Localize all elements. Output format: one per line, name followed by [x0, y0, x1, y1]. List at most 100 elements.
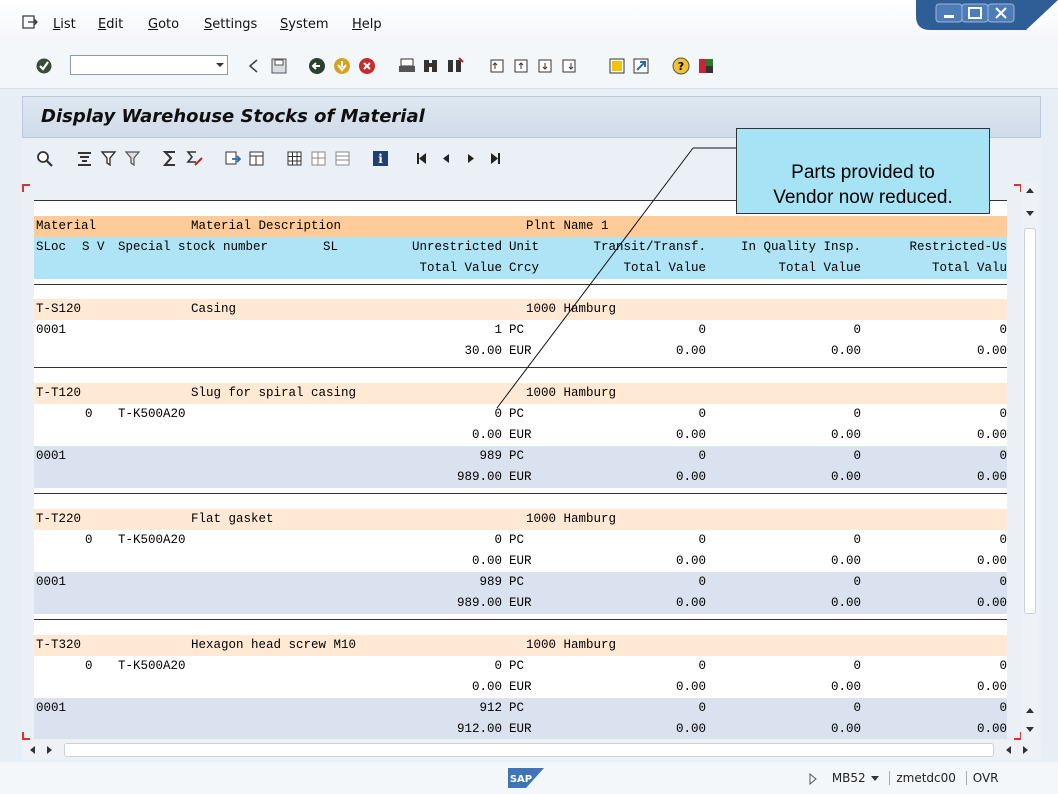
find-icon[interactable]	[422, 57, 440, 75]
value-row[interactable]: 989.00 EUR 0.00 0.00 0.00	[34, 593, 1007, 614]
stock-row[interactable]: 0001 989 PC 0 0 0	[34, 572, 1007, 593]
scroll-right-icon[interactable]	[1020, 745, 1030, 755]
material-row[interactable]: T-T320 Hexagon head screw M10 1000 Hambu…	[34, 635, 1007, 656]
back-icon[interactable]	[308, 57, 326, 75]
shortcut-icon[interactable]	[632, 57, 650, 75]
customize-layout-icon[interactable]	[697, 57, 715, 75]
scrollbar-thumb[interactable]	[1024, 228, 1036, 614]
stock-row[interactable]: 0001 912 PC 0 0 0	[34, 698, 1007, 719]
value-row[interactable]: 0.00 EUR 0.00 0.00 0.00	[34, 551, 1007, 572]
back-arrow-icon[interactable]	[245, 57, 263, 75]
scroll-right-icon[interactable]	[44, 745, 54, 755]
rows-icon[interactable]	[334, 150, 351, 167]
horizontal-scrollbar[interactable]	[22, 740, 1041, 760]
filter-icon[interactable]	[100, 150, 117, 167]
value-row[interactable]: 0.00 EUR 0.00 0.00 0.00	[34, 677, 1007, 698]
unit-value: PC	[509, 449, 525, 463]
previous-record-icon[interactable]	[438, 150, 455, 167]
stock-row[interactable]: 0001 1 PC 0 0 0	[34, 320, 1007, 341]
value-row[interactable]: 912.00 EUR 0.00 0.00 0.00	[34, 719, 1007, 739]
col-special-stock: Special stock number	[118, 240, 269, 254]
total-value: 989.00	[456, 470, 502, 484]
material-row[interactable]: T-T220 Flat gasket 1000 Hamburg	[34, 509, 1007, 530]
command-field[interactable]	[70, 55, 228, 75]
chevron-down-icon[interactable]	[870, 775, 880, 783]
columns-icon[interactable]	[310, 150, 327, 167]
value-row[interactable]: 0.00 EUR 0.00 0.00 0.00	[34, 425, 1007, 446]
status-expand-icon[interactable]	[808, 772, 818, 785]
vertical-scrollbar[interactable]	[1021, 182, 1039, 742]
scroll-down-icon[interactable]	[1025, 724, 1035, 734]
scroll-left-icon[interactable]	[1004, 745, 1014, 755]
quality-qty: 0	[853, 449, 861, 463]
restricted-qty: 0	[999, 659, 1007, 673]
stock-row[interactable]: 0 T-K500A20 0 PC 0 0 0	[34, 656, 1007, 677]
next-page-icon[interactable]	[536, 57, 554, 75]
header-row: SLoc S V Special stock number SL Unrestr…	[34, 237, 1007, 258]
scrollbar-thumb[interactable]	[64, 743, 994, 757]
last-record-icon[interactable]	[486, 150, 503, 167]
first-page-icon[interactable]	[488, 57, 506, 75]
cancel-icon[interactable]	[358, 57, 376, 75]
value-row[interactable]: 989.00 EUR 0.00 0.00 0.00	[34, 467, 1007, 488]
currency-value: EUR	[509, 596, 532, 610]
quality-qty: 0	[853, 407, 861, 421]
menu-help[interactable]: Help	[352, 17, 382, 32]
grid-icon[interactable]	[286, 150, 303, 167]
sort-ascending-icon[interactable]	[76, 150, 93, 167]
find-next-icon[interactable]	[446, 57, 464, 75]
quality-qty: 0	[853, 323, 861, 337]
stock-row[interactable]: 0 T-K500A20 0 PC 0 0 0	[34, 530, 1007, 551]
filter-delete-icon[interactable]	[124, 150, 141, 167]
menu-settings[interactable]: Settings	[204, 17, 257, 32]
next-record-icon[interactable]	[462, 150, 479, 167]
print-icon[interactable]	[398, 57, 416, 75]
menu-list[interactable]: List	[53, 17, 76, 32]
info-icon[interactable]: i	[372, 150, 389, 167]
material-number: T-T120	[36, 386, 82, 400]
corner-mark	[22, 732, 30, 740]
chevron-down-icon[interactable]	[212, 55, 228, 75]
total-value: 0.00	[471, 680, 502, 694]
menu-edit[interactable]: Edit	[98, 17, 123, 32]
quality-qty: 0	[853, 659, 861, 673]
sum-icon[interactable]	[162, 150, 179, 167]
scroll-down-icon[interactable]	[1025, 208, 1035, 218]
divider	[34, 619, 1007, 620]
menu-system[interactable]: System	[280, 17, 329, 32]
scroll-left-icon[interactable]	[28, 745, 38, 755]
material-row[interactable]: T-T120 Slug for spiral casing 1000 Hambu…	[34, 383, 1007, 404]
save-icon[interactable]	[270, 57, 288, 75]
unrestricted-qty: 0	[494, 533, 502, 547]
material-row[interactable]: T-S120 Casing 1000 Hamburg	[34, 299, 1007, 320]
restricted-qty: 0	[999, 701, 1007, 715]
sv-value: 0	[85, 659, 93, 673]
layout-icon[interactable]	[248, 150, 265, 167]
last-page-icon[interactable]	[560, 57, 578, 75]
material-description: Flat gasket	[191, 512, 274, 526]
help-icon[interactable]: ?	[672, 57, 690, 75]
unit-value: PC	[509, 575, 525, 589]
subtotal-icon[interactable]	[186, 150, 203, 167]
plant-name: 1000 Hamburg	[526, 512, 617, 526]
transit-qty: 0	[698, 533, 706, 547]
magnifier-icon[interactable]	[36, 150, 53, 167]
sloc-value: 0001	[36, 575, 67, 589]
export-icon[interactable]	[224, 150, 241, 167]
value-row[interactable]: 30.00 EUR 0.00 0.00 0.00	[34, 341, 1007, 362]
create-session-icon[interactable]	[608, 57, 626, 75]
divider	[34, 284, 1007, 285]
enter-check-icon[interactable]	[35, 57, 53, 75]
restricted-value: 0.00	[976, 554, 1007, 568]
menu-goto[interactable]: Goto	[148, 17, 179, 32]
scroll-up-icon[interactable]	[1025, 186, 1035, 196]
stock-row[interactable]: 0 T-K500A20 0 PC 0 0 0	[34, 404, 1007, 425]
previous-page-icon[interactable]	[512, 57, 530, 75]
first-record-icon[interactable]	[414, 150, 431, 167]
transit-value: 0.00	[675, 554, 706, 568]
exit-icon[interactable]	[22, 15, 38, 29]
exit-icon[interactable]	[333, 57, 351, 75]
total-value: 912.00	[456, 722, 502, 736]
stock-row[interactable]: 0001 989 PC 0 0 0	[34, 446, 1007, 467]
scroll-up-icon[interactable]	[1025, 706, 1035, 716]
